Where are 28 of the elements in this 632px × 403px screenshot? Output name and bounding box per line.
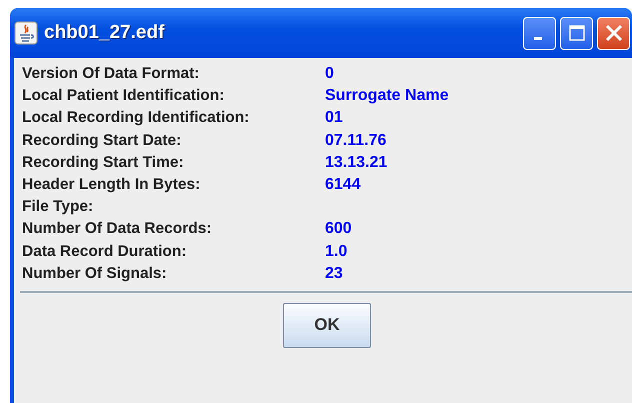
field-value: 01 <box>325 109 343 128</box>
field-label: Recording Start Date: <box>22 132 182 150</box>
field-label: Number Of Data Records: <box>22 220 212 238</box>
field-label: File Type: <box>22 198 94 216</box>
field-value: 600 <box>325 220 352 238</box>
field-label: Local Patient Identification: <box>22 87 226 106</box>
close-button[interactable] <box>597 16 630 50</box>
field-value: 1.0 <box>325 242 348 261</box>
field-value: 0 <box>325 65 334 84</box>
field-value: 23 <box>325 264 343 283</box>
field-label: Recording Start Time: <box>22 154 185 172</box>
java-app-icon <box>14 21 38 45</box>
field-label: Local Recording Identification: <box>22 109 250 128</box>
field-value: 13.13.21 <box>325 154 388 172</box>
field-label: Number Of Signals: <box>22 264 168 283</box>
field-label: Version Of Data Format: <box>22 65 200 84</box>
field-label: Data Record Duration: <box>22 242 188 261</box>
minimize-icon <box>534 36 542 40</box>
field-value: 07.11.76 <box>325 132 386 150</box>
close-icon <box>604 23 624 43</box>
minimize-button[interactable] <box>523 16 556 50</box>
ok-button[interactable]: OK <box>283 302 371 348</box>
maximize-icon <box>568 24 586 42</box>
field-label: Header Length In Bytes: <box>22 176 202 194</box>
field-value: Surrogate Name <box>325 87 449 106</box>
window-title: chb01_27.edf <box>44 22 166 44</box>
maximize-button[interactable] <box>560 16 593 50</box>
field-value: 6144 <box>325 176 361 194</box>
